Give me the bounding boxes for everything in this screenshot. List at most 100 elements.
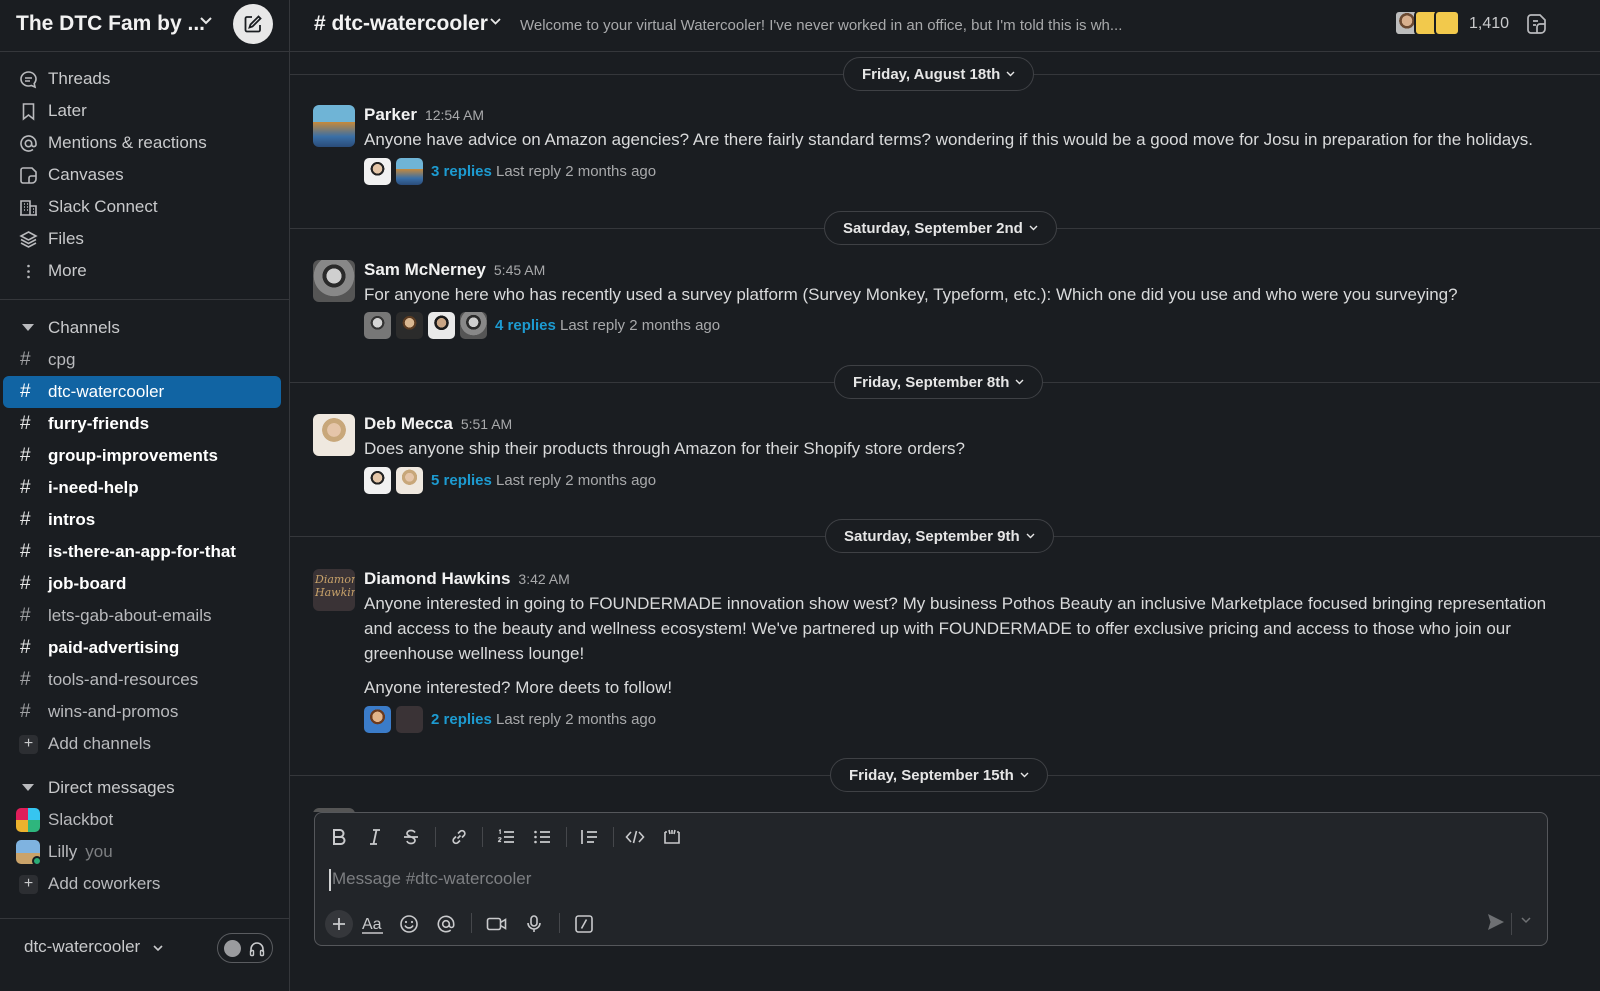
- member-count[interactable]: 1,410: [1469, 15, 1509, 33]
- nav-mentions[interactable]: Mentions & reactions: [0, 127, 290, 159]
- huddle-toggle[interactable]: [217, 933, 273, 963]
- channel-item-job-board[interactable]: # job-board: [3, 568, 281, 600]
- nav-canvases[interactable]: Canvases: [0, 159, 290, 191]
- channel-name: wins-and-promos: [48, 702, 179, 721]
- ordered-list-icon[interactable]: [494, 825, 518, 849]
- message-time[interactable]: 5:45 AM: [494, 262, 545, 278]
- date-pill[interactable]: Friday, September 8th: [834, 365, 1044, 399]
- channel-item-furry-friends[interactable]: # furry-friends: [3, 408, 281, 440]
- nav-more[interactable]: More: [0, 255, 290, 287]
- code-icon[interactable]: [623, 825, 647, 849]
- thread-summary[interactable]: 5 replies Last reply 2 months ago: [364, 467, 764, 495]
- message-time[interactable]: 12:54 AM: [425, 107, 484, 123]
- channel-item-group-improvements[interactable]: # group-improvements: [3, 440, 281, 472]
- workspace-name[interactable]: The DTC Fam by ...: [16, 12, 205, 36]
- chevron-down-icon: [1029, 225, 1038, 231]
- strikethrough-icon[interactable]: [399, 825, 423, 849]
- code-block-icon[interactable]: [660, 825, 684, 849]
- channel-item-lets-gab-about-emails[interactable]: # lets-gab-about-emails: [3, 600, 281, 632]
- blockquote-icon[interactable]: [577, 825, 601, 849]
- message-time[interactable]: 3:42 AM: [518, 571, 569, 587]
- italic-icon[interactable]: [363, 825, 387, 849]
- replies-link[interactable]: 3 replies: [431, 163, 492, 180]
- dm-item-slackbot[interactable]: Slackbot: [3, 804, 281, 836]
- add-coworkers-label: Add coworkers: [48, 874, 161, 893]
- chevron-down-icon[interactable]: [1521, 917, 1531, 924]
- slackbot-avatar: [16, 808, 40, 832]
- channel-item-dtc-watercooler[interactable]: # dtc-watercooler: [3, 376, 281, 408]
- shortcuts-icon[interactable]: [571, 911, 597, 937]
- dm-section-header[interactable]: Direct messages: [0, 772, 290, 804]
- footer-channel-name[interactable]: dtc-watercooler: [24, 937, 140, 957]
- text-format-icon[interactable]: Aa: [359, 911, 385, 937]
- channel-item-intros[interactable]: # intros: [3, 504, 281, 536]
- bulleted-list-icon[interactable]: [530, 825, 554, 849]
- reply-avatar: [364, 467, 391, 494]
- add-channels-button[interactable]: + Add channels: [3, 728, 281, 760]
- toolbar-separator: [559, 913, 560, 933]
- channel-item-i-need-help[interactable]: # i-need-help: [3, 472, 281, 504]
- video-icon[interactable]: [483, 911, 509, 937]
- date-label: Saturday, September 9th: [844, 528, 1020, 545]
- message-time[interactable]: 5:51 AM: [461, 416, 512, 432]
- svg-text:Aa: Aa: [362, 916, 382, 933]
- microphone-icon[interactable]: [521, 911, 547, 937]
- reply-avatar: [396, 312, 423, 339]
- channels-section-header[interactable]: Channels: [0, 312, 290, 344]
- channel-item-wins-and-promos[interactable]: # wins-and-promos: [3, 696, 281, 728]
- hash-icon: #: [20, 381, 31, 402]
- date-pill[interactable]: Friday, August 18th: [843, 57, 1035, 91]
- chevron-down-icon[interactable]: [200, 17, 212, 25]
- nav-slack-connect[interactable]: Slack Connect: [0, 191, 290, 223]
- bold-icon[interactable]: [327, 825, 351, 849]
- reply-avatar: [428, 312, 455, 339]
- avatar[interactable]: [313, 105, 355, 147]
- compose-button[interactable]: [233, 4, 273, 44]
- author-name[interactable]: Parker: [364, 105, 417, 124]
- link-icon[interactable]: [447, 825, 471, 849]
- chevron-down-icon[interactable]: [490, 18, 501, 25]
- mention-icon[interactable]: [433, 911, 459, 937]
- channel-topic[interactable]: Welcome to your virtual Watercooler! I'v…: [520, 17, 1122, 34]
- channel-canvas-icon[interactable]: [1525, 12, 1549, 36]
- avatar[interactable]: [313, 414, 355, 456]
- chevron-down-icon[interactable]: [153, 945, 163, 952]
- channel-item-is-there-an-app-for-that[interactable]: # is-there-an-app-for-that: [3, 536, 281, 568]
- author-name[interactable]: Sam McNerney: [364, 260, 486, 279]
- headphones-icon: [249, 941, 265, 957]
- member-avatars[interactable]: [1394, 10, 1462, 38]
- dm-item-lilly[interactable]: Lilly you: [3, 836, 281, 868]
- last-reply: Last reply 2 months ago: [496, 163, 657, 180]
- avatar[interactable]: Diamond Hawkins: [313, 569, 355, 611]
- author-name[interactable]: Diamond Hawkins: [364, 569, 510, 588]
- author-name[interactable]: Deb Mecca: [364, 414, 453, 433]
- date-pill[interactable]: Friday, September 15th: [830, 758, 1048, 792]
- emoji-icon[interactable]: [396, 911, 422, 937]
- attach-plus-button[interactable]: [325, 910, 353, 938]
- nav-threads[interactable]: Threads: [0, 63, 290, 95]
- thread-summary[interactable]: 4 replies Last reply 2 months ago: [364, 312, 784, 340]
- thread-summary[interactable]: 3 replies Last reply 2 months ago: [364, 158, 764, 186]
- nav-later[interactable]: Later: [0, 95, 290, 127]
- channel-item-cpg[interactable]: # cpg: [3, 344, 281, 376]
- replies-link[interactable]: 2 replies: [431, 711, 492, 728]
- date-pill[interactable]: Saturday, September 9th: [825, 519, 1054, 553]
- thread-summary[interactable]: 2 replies Last reply 2 months ago: [364, 706, 764, 734]
- replies-link[interactable]: 5 replies: [431, 472, 492, 489]
- sidebar: The DTC Fam by ... Threads Later Mention…: [0, 0, 290, 991]
- message-input[interactable]: Message #dtc-watercooler: [329, 869, 1509, 891]
- channel-item-paid-advertising[interactable]: # paid-advertising: [3, 632, 281, 664]
- reply-avatar: [364, 158, 391, 185]
- member-avatar: [1434, 10, 1460, 36]
- replies-link[interactable]: 4 replies: [495, 317, 556, 334]
- toolbar-separator: [613, 827, 614, 847]
- avatar[interactable]: [313, 260, 355, 302]
- nav-label: Slack Connect: [48, 197, 158, 216]
- channel-item-tools-and-resources[interactable]: # tools-and-resources: [3, 664, 281, 696]
- send-icon[interactable]: [1485, 911, 1507, 933]
- date-pill[interactable]: Saturday, September 2nd: [824, 211, 1057, 245]
- nav-files[interactable]: Files: [0, 223, 290, 255]
- add-coworkers-button[interactable]: + Add coworkers: [3, 868, 281, 900]
- last-reply: Last reply 2 months ago: [496, 711, 657, 728]
- channel-title[interactable]: # dtc-watercooler: [314, 12, 488, 36]
